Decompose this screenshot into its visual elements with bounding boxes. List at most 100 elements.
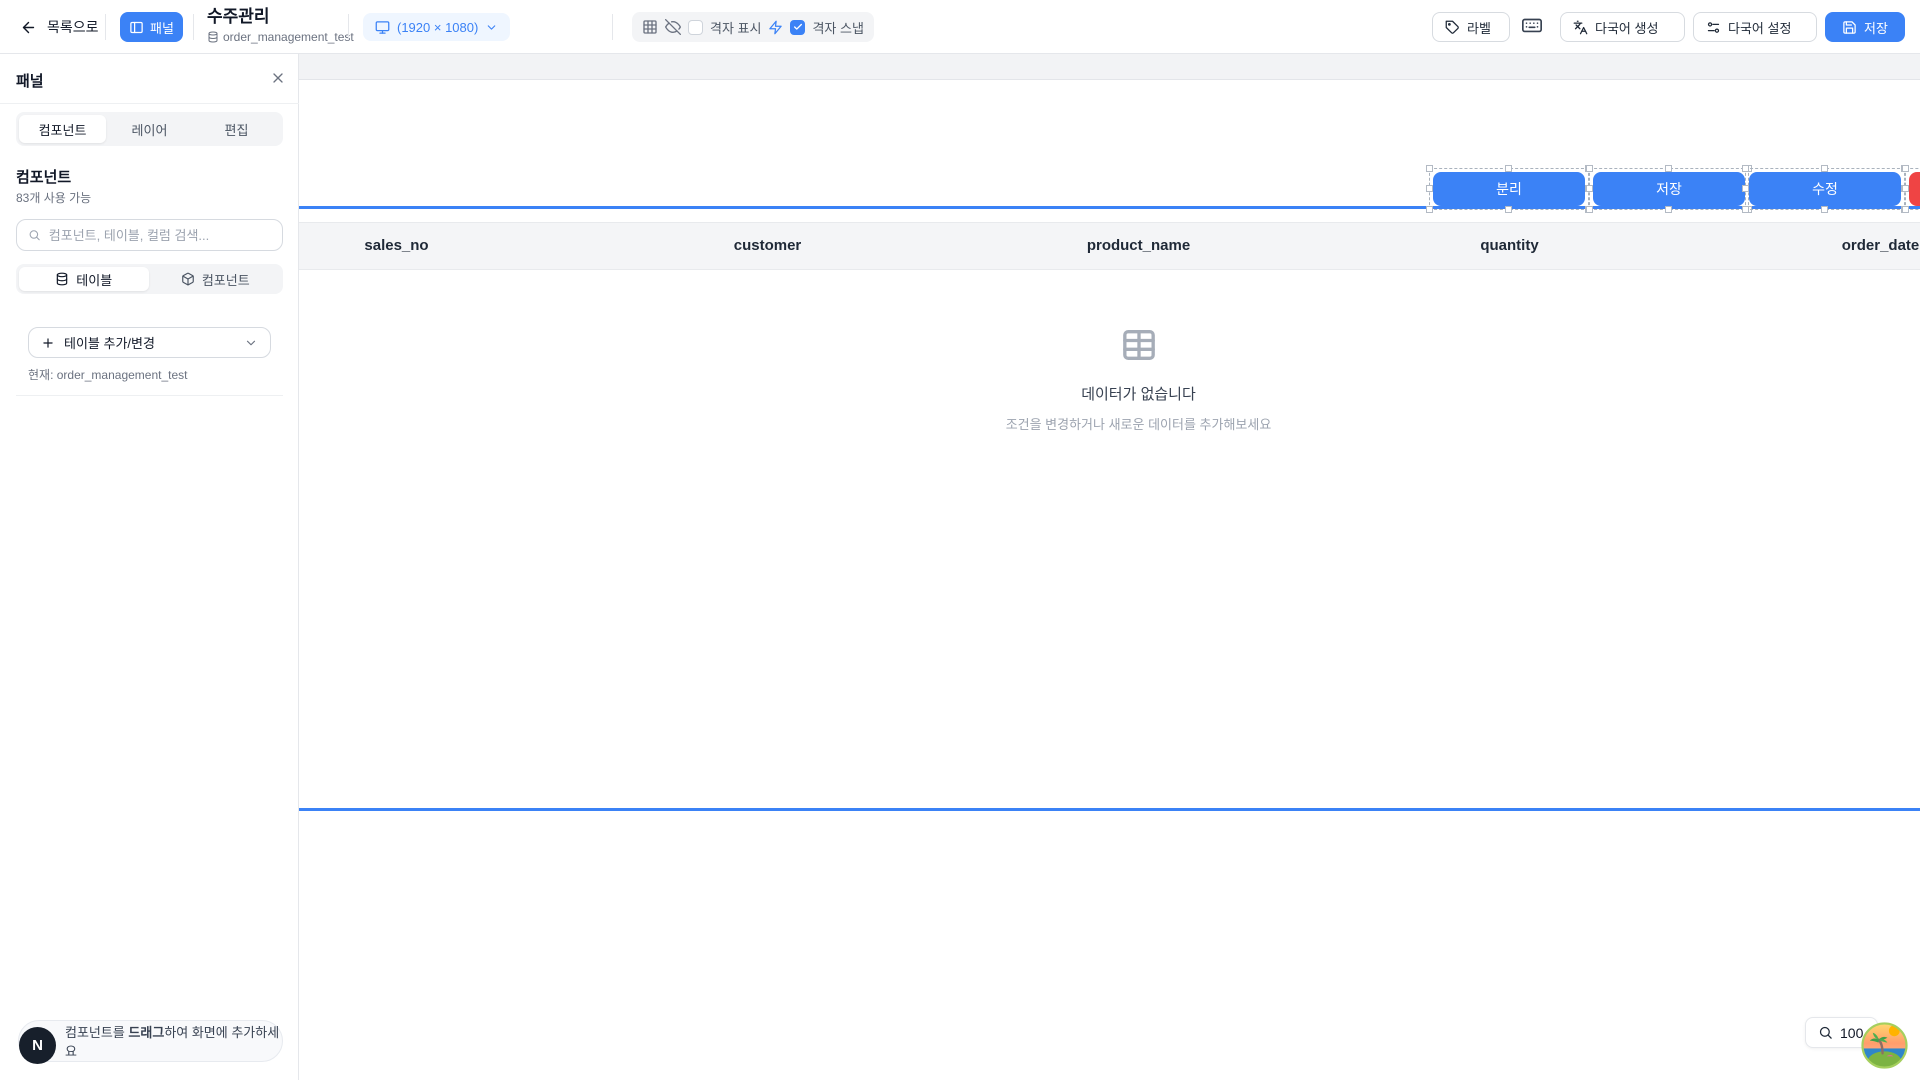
add-table-button[interactable]: 테이블 추가/변경 bbox=[28, 327, 271, 358]
canvas-button-save[interactable]: 저장 bbox=[1593, 172, 1745, 206]
tab-components[interactable]: 컴포넌트 bbox=[19, 115, 106, 143]
resize-handle[interactable] bbox=[1505, 165, 1512, 172]
grid-show-checkbox[interactable] bbox=[688, 20, 703, 35]
bound-table-name: order_management_test bbox=[223, 30, 354, 44]
languages-icon bbox=[1573, 20, 1588, 35]
island-emoji-badge[interactable] bbox=[1861, 1022, 1908, 1069]
segment-components[interactable]: 컴포넌트 bbox=[151, 267, 281, 291]
selection-box[interactable]: 수정 bbox=[1745, 168, 1905, 210]
column-header-quantity[interactable]: quantity bbox=[1324, 223, 1695, 269]
segment-tables[interactable]: 테이블 bbox=[19, 267, 149, 291]
save-button-text: 저장 bbox=[1864, 18, 1888, 37]
i18n-generate-button[interactable]: 다국어 생성 bbox=[1560, 12, 1685, 42]
empty-subtitle: 조건을 변경하거나 새로운 데이터를 추가해보세요 bbox=[211, 414, 1920, 433]
island-icon bbox=[1861, 1022, 1908, 1069]
components-section-title: 컴포넌트 bbox=[16, 166, 71, 187]
empty-title: 데이터가 없습니다 bbox=[211, 383, 1920, 404]
drag-hint: 컴포넌트를 드래그하여 화면에 추가하세요 bbox=[18, 1020, 283, 1062]
screen-size-selector[interactable]: (1920 × 1080) bbox=[363, 13, 510, 41]
tag-icon bbox=[1445, 20, 1460, 35]
resize-handle[interactable] bbox=[1426, 165, 1433, 172]
app-window: sales_no customer product_name quantity … bbox=[0, 0, 1920, 1080]
add-table-label: 테이블 추가/변경 bbox=[64, 333, 235, 352]
tab-layers[interactable]: 레이어 bbox=[106, 115, 193, 143]
i18n-settings-button[interactable]: 다국어 설정 bbox=[1693, 12, 1817, 42]
hint-prefix: 컴포넌트를 bbox=[65, 1025, 128, 1040]
back-button[interactable]: 목록으로 bbox=[20, 0, 99, 54]
table-component[interactable]: sales_no customer product_name quantity … bbox=[211, 206, 1920, 811]
tab-edit[interactable]: 편집 bbox=[193, 115, 280, 143]
resize-handle[interactable] bbox=[1821, 206, 1828, 213]
search-icon bbox=[28, 228, 41, 242]
floating-n-badge[interactable]: N bbox=[19, 1027, 56, 1064]
database-icon bbox=[55, 272, 69, 286]
table-empty-state: 데이터가 없습니다 조건을 변경하거나 새로운 데이터를 추가해보세요 bbox=[211, 325, 1920, 433]
current-table-label: 현재: order_management_test bbox=[28, 366, 188, 383]
resize-handle[interactable] bbox=[1586, 165, 1593, 172]
resize-handle[interactable] bbox=[1426, 206, 1433, 213]
panel-toggle-button[interactable]: 패널 bbox=[120, 12, 183, 42]
grid-snap-checkbox[interactable] bbox=[790, 20, 805, 35]
divider bbox=[348, 14, 349, 40]
hint-bold: 드래그 bbox=[128, 1025, 164, 1040]
divider bbox=[105, 14, 106, 40]
close-icon bbox=[270, 70, 286, 86]
resize-handle[interactable] bbox=[1665, 165, 1672, 172]
resize-handle[interactable] bbox=[1902, 165, 1909, 172]
panel-tabbar: 컴포넌트 레이어 편집 bbox=[16, 112, 283, 146]
back-label: 목록으로 bbox=[47, 17, 99, 37]
segment-components-label: 컴포넌트 bbox=[202, 270, 250, 289]
canvas-button-separate[interactable]: 분리 bbox=[1433, 172, 1585, 206]
segment-tables-label: 테이블 bbox=[76, 270, 112, 289]
components-count: 83개 사용 가능 bbox=[16, 189, 91, 206]
top-toolbar: 목록으로 패널 수주관리 order_management_test (1920… bbox=[0, 0, 1920, 54]
page-title: 수주관리 bbox=[207, 7, 354, 27]
resize-handle[interactable] bbox=[1742, 185, 1749, 192]
resize-handle[interactable] bbox=[1902, 185, 1909, 192]
resize-handle[interactable] bbox=[1742, 206, 1749, 213]
resize-handle[interactable] bbox=[1902, 206, 1909, 213]
canvas-button-red[interactable] bbox=[1909, 172, 1920, 206]
selection-box[interactable]: 저장 bbox=[1589, 168, 1749, 210]
screen-size-value: (1920 × 1080) bbox=[397, 20, 478, 35]
keyboard-icon bbox=[1521, 14, 1543, 36]
plus-icon bbox=[41, 336, 55, 350]
magnifier-icon bbox=[1818, 1025, 1833, 1040]
column-header-customer[interactable]: customer bbox=[582, 223, 953, 269]
component-search bbox=[16, 219, 283, 251]
label-button[interactable]: 라벨 bbox=[1432, 12, 1510, 42]
package-icon bbox=[181, 272, 195, 286]
selection-box[interactable] bbox=[1905, 168, 1920, 210]
page-title-block: 수주관리 order_management_test bbox=[207, 7, 354, 44]
resize-handle[interactable] bbox=[1742, 165, 1749, 172]
divider bbox=[612, 14, 613, 40]
table-header-row: sales_no customer product_name quantity … bbox=[211, 222, 1920, 270]
resize-handle[interactable] bbox=[1665, 206, 1672, 213]
i18n-settings-text: 다국어 설정 bbox=[1728, 18, 1791, 37]
chevron-down-icon bbox=[244, 336, 258, 350]
save-button[interactable]: 저장 bbox=[1825, 12, 1905, 42]
resize-handle[interactable] bbox=[1505, 206, 1512, 213]
resize-handle[interactable] bbox=[1821, 165, 1828, 172]
selection-box[interactable]: 분리 bbox=[1429, 168, 1589, 210]
grid-show-label: 격자 표시 bbox=[710, 18, 761, 37]
zap-icon bbox=[768, 20, 783, 35]
grid-snap-label: 격자 스냅 bbox=[812, 18, 863, 37]
zoom-value: 100 bbox=[1840, 1025, 1863, 1041]
panel-button-label: 패널 bbox=[150, 18, 174, 37]
resize-handle[interactable] bbox=[1426, 185, 1433, 192]
monitor-icon bbox=[375, 20, 390, 35]
source-segmented-control: 테이블 컴포넌트 bbox=[16, 264, 283, 294]
resize-handle[interactable] bbox=[1586, 185, 1593, 192]
grid-icon bbox=[642, 19, 658, 35]
column-header-order-date[interactable]: order_date bbox=[1695, 223, 1920, 269]
canvas-button-edit[interactable]: 수정 bbox=[1749, 172, 1901, 206]
search-input[interactable] bbox=[49, 228, 271, 243]
arrow-left-icon bbox=[20, 19, 37, 36]
table-grid-icon bbox=[1119, 325, 1159, 365]
keyboard-shortcuts-button[interactable] bbox=[1521, 14, 1543, 36]
resize-handle[interactable] bbox=[1586, 206, 1593, 213]
divider bbox=[193, 14, 194, 40]
column-header-product-name[interactable]: product_name bbox=[953, 223, 1324, 269]
panel-close-button[interactable] bbox=[270, 70, 286, 86]
